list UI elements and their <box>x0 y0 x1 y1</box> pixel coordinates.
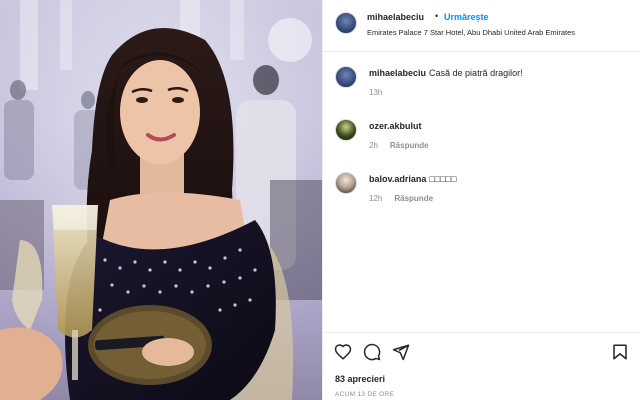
post-header: mihaelabeciu • Urmărește Emirates Palace… <box>323 0 640 52</box>
comment-time[interactable]: 2h <box>369 141 378 150</box>
likes-count[interactable]: 83 aprecieri <box>335 374 385 384</box>
separator-dot: • <box>435 11 439 21</box>
bookmark-icon <box>613 344 627 360</box>
caption-text: mihaelabeciu Casă de piatră dragilor! <box>369 68 523 78</box>
comment-meta: 12h Răspunde <box>369 194 433 203</box>
comment-body: □□□□□ <box>429 174 457 184</box>
reply-button[interactable]: Răspunde <box>394 194 433 203</box>
caption-avatar[interactable] <box>335 66 357 88</box>
comment-username[interactable]: ozer.akbulut <box>369 121 422 131</box>
post-timestamp[interactable]: ACUM 13 DE ORE <box>335 391 394 398</box>
comment-text: balov.adriana □□□□□ <box>369 174 457 184</box>
caption-meta: 13h <box>369 88 382 97</box>
post-side-panel: mihaelabeciu • Urmărește Emirates Palace… <box>322 0 640 400</box>
share-icon <box>392 344 410 361</box>
caption-time[interactable]: 13h <box>369 88 382 97</box>
post-actions: 83 aprecieri ACUM 13 DE ORE <box>323 332 640 400</box>
share-button[interactable] <box>392 343 410 361</box>
follow-button[interactable]: Urmărește <box>444 12 489 22</box>
reply-button[interactable]: Răspunde <box>390 141 429 150</box>
like-button[interactable] <box>334 343 352 361</box>
commenter-avatar[interactable] <box>335 172 357 194</box>
post-photo-illustration <box>0 0 322 400</box>
post-location[interactable]: Emirates Palace 7 Star Hotel, Abu Dhabi … <box>367 28 575 37</box>
heart-icon <box>334 344 352 360</box>
comment-meta: 2h Răspunde <box>369 141 429 150</box>
comment-text: ozer.akbulut <box>369 121 425 131</box>
post-photo[interactable] <box>0 0 322 400</box>
comment-button[interactable] <box>363 343 381 361</box>
comment-username[interactable]: balov.adriana <box>369 174 426 184</box>
comment-icon <box>363 343 381 361</box>
save-button[interactable] <box>611 343 629 361</box>
comment-time[interactable]: 12h <box>369 194 382 203</box>
caption-username[interactable]: mihaelabeciu <box>369 68 426 78</box>
caption-body: Casă de piatră dragilor! <box>429 68 523 78</box>
commenter-avatar[interactable] <box>335 119 357 141</box>
author-avatar[interactable] <box>335 12 357 34</box>
author-username[interactable]: mihaelabeciu <box>367 12 424 22</box>
